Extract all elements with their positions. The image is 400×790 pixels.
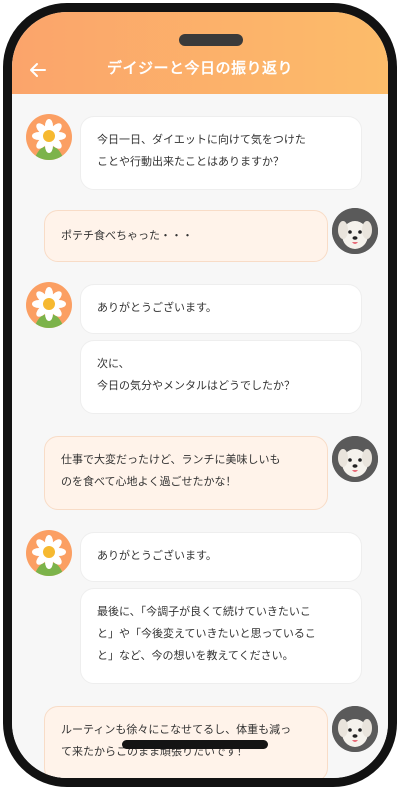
user-message: ポテチ食べちゃった・・・ [44,210,328,262]
bot-message: ありがとうございます。 [80,532,362,582]
user-avatar [332,706,378,752]
daisy-avatar [26,114,72,160]
chat-area[interactable]: 今日一日、ダイエットに向けて気をつけた ことや行動出来たことはありますか？ ポテ… [12,94,388,778]
white-dog-avatar-icon [332,436,378,482]
daisy-avatar [26,530,72,576]
daisy-flower-icon [32,535,66,576]
phone-frame: デイジーと今日の振り返り 今日一日、ダイエットに向けて気をつけた ことや行動出来… [3,3,397,787]
daisy-flower-icon [32,287,66,328]
bot-message: 最後に、「今調子が良くて続けていきたいこ と」や「今後変えていきたいと思っている… [80,588,362,684]
home-indicator[interactable] [122,740,268,749]
white-dog-avatar-icon [332,706,378,752]
bot-message: ありがとうございます。 [80,284,362,334]
daisy-flower-icon [32,119,66,160]
app-header: デイジーと今日の振り返り [12,12,388,94]
daisy-avatar [26,282,72,328]
speaker-notch [179,34,243,46]
bot-message: 今日一日、ダイエットに向けて気をつけた ことや行動出来たことはありますか？ [80,116,362,190]
user-avatar [332,208,378,254]
page-title: デイジーと今日の振り返り [106,59,293,77]
user-avatar [332,436,378,482]
back-arrow-icon [30,63,46,77]
white-dog-avatar-icon [332,208,378,254]
bot-message: 次に、 今日の気分やメンタルはどうでしたか？ [80,340,362,414]
back-button[interactable] [26,58,50,82]
user-message: 仕事で大変だったけど、ランチに美味しいも のを食べて心地よく過ごせたかな！ [44,436,328,510]
